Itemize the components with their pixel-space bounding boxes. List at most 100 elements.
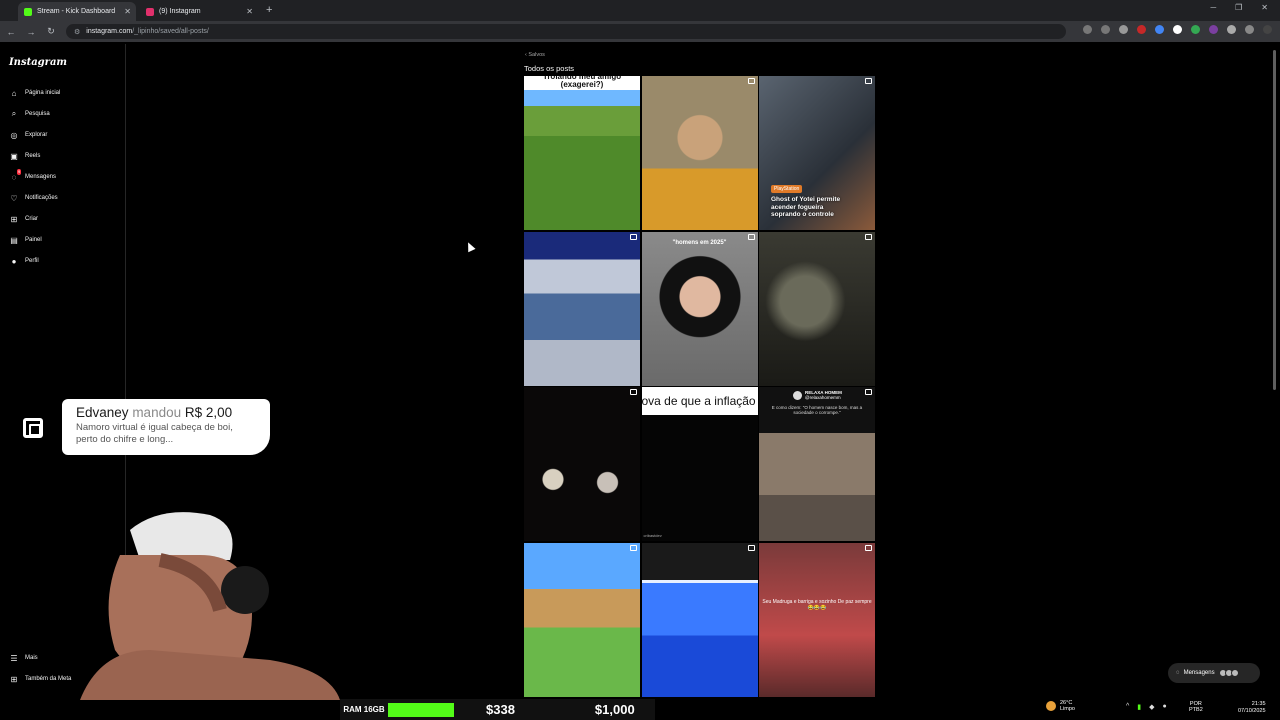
extension-red-icon[interactable] — [1137, 25, 1146, 34]
clock-date: 07/10/2025 — [1238, 707, 1266, 714]
post-caption-strip: ova de que a inflação e — [641, 387, 758, 415]
extension-blue-icon[interactable] — [1155, 25, 1164, 34]
nav-item-compass[interactable]: ◎ Explorar — [9, 130, 48, 140]
donation-headline: Edvaney mandou R$ 2,00 — [76, 405, 256, 420]
extensions-puzzle-icon[interactable] — [1227, 25, 1236, 34]
nav-label: Reels — [25, 153, 41, 159]
page-scrollbar[interactable] — [1273, 50, 1276, 390]
post-tweet-text: E como dizem: "O homem nasce bom, mas a … — [771, 405, 863, 415]
donation-amount: R$ 2,00 — [184, 405, 233, 420]
profile-icon: ● — [11, 256, 17, 266]
post-man-cap[interactable] — [641, 76, 758, 230]
hamburger-menu-icon: ☰ — [10, 653, 18, 663]
ram-label: RAM 16GB — [343, 705, 385, 714]
browser-tab-bar: Stream - Kick Dashboard ✕ (9) Instagram … — [0, 0, 1280, 21]
messenger-icon: ◌ — [1176, 670, 1180, 676]
donation-alert: Edvaney mandou R$ 2,00 Namoro virtual é … — [0, 399, 270, 455]
nav-label: Mais — [25, 655, 38, 661]
donor-name: Edvaney — [76, 405, 129, 420]
tab-label: Stream - Kick Dashboard — [37, 8, 116, 15]
profile-avatar-icon[interactable] — [1245, 25, 1254, 34]
clock-time: 21:35 — [1251, 701, 1266, 707]
heart-icon: ♡ — [10, 193, 18, 203]
post-creature[interactable] — [759, 231, 875, 386]
post-olympics[interactable] — [524, 231, 640, 386]
breadcrumb-label: Salvos — [528, 52, 545, 58]
weather-sun-icon — [1046, 701, 1056, 711]
site-info-icon[interactable]: ⚙ — [74, 28, 80, 36]
maximize-icon[interactable]: ❐ — [1235, 3, 1242, 12]
window-controls: ─ ❐ ✕ — [1210, 3, 1280, 12]
post-ghost-of-yotei[interactable]: PlayStation Ghost of Yotei permite acend… — [759, 76, 875, 230]
post-caption: Ghost of Yotei permite acender fogueira … — [771, 196, 841, 218]
bookmark-star-icon[interactable] — [1119, 25, 1128, 34]
address-bar[interactable]: ⚙ instagram.com /_lipinho/saved/all-post… — [66, 24, 1066, 39]
minimize-icon[interactable]: ─ — [1210, 3, 1216, 12]
post-homens-2025[interactable]: "homens em 2025" — [641, 231, 758, 386]
browser-menu-icon[interactable] — [1263, 25, 1272, 34]
tray-app-icon[interactable]: ▮ — [1137, 703, 1141, 711]
webcam-overlay — [80, 512, 340, 700]
nav-item-heart[interactable]: ♡ Notificações — [9, 193, 57, 203]
zoom-icon[interactable] — [1101, 25, 1110, 34]
instagram-logo[interactable]: Instagram — [9, 57, 67, 68]
messages-pill[interactable]: ◌ Mensagens — [1168, 663, 1260, 683]
extension-play-icon[interactable] — [1173, 25, 1182, 34]
extension-icons — [1083, 25, 1272, 34]
cast-icon[interactable] — [1083, 25, 1092, 34]
nav-more[interactable]: ☰ Mais — [9, 653, 38, 663]
close-window-icon[interactable]: ✕ — [1261, 3, 1268, 12]
post-seu-madruga[interactable]: Seu Madruga e barriga e sozinho De paz s… — [759, 542, 875, 697]
close-tab-icon[interactable]: ✕ — [124, 7, 131, 16]
extension-purple-icon[interactable] — [1209, 25, 1218, 34]
weather-desc: Limpo — [1060, 706, 1075, 712]
breadcrumb-back[interactable]: ‹ Salvos — [525, 52, 545, 58]
tray-shield-icon[interactable]: ◆ — [1149, 703, 1154, 711]
dashboard-icon: ▤ — [10, 235, 18, 245]
stream-goal-bar: RAM 16GB $338 $1,000 — [340, 699, 655, 720]
nav-label: Mensagens — [25, 174, 57, 180]
playstation-tag: PlayStation — [771, 185, 803, 193]
page-title: Todos os posts — [524, 64, 575, 73]
new-tab-button[interactable]: + — [266, 4, 272, 16]
post-inflacao[interactable]: ova de que a inflação e cribastdev — [641, 387, 758, 541]
nav-item-messenger[interactable]: ◌ 9 Mensagens — [9, 169, 57, 182]
post-minecraft[interactable]: Trolando meu amigo (exagerei?) — [524, 76, 640, 230]
post-mario-world[interactable] — [524, 542, 640, 697]
file-explorer-icon[interactable] — [32, 704, 45, 714]
instagram-favicon-icon — [146, 7, 154, 16]
reel-icon — [630, 78, 637, 84]
taskbar-language[interactable]: POR PTB2 — [1189, 701, 1203, 713]
tab-instagram[interactable]: (9) Instagram ✕ — [140, 2, 258, 21]
reel-icon — [747, 544, 755, 551]
nav-item-create[interactable]: ⊞ Criar — [9, 214, 38, 224]
nav-item-profile[interactable]: ● Perfil — [9, 256, 39, 266]
url-path: /_lipinho/saved/all-posts/ — [132, 28, 209, 35]
nav-item-home[interactable]: ⌂ Página inicial — [9, 88, 61, 98]
reload-icon[interactable]: ↻ — [42, 26, 60, 37]
tray-expand-icon[interactable]: ^ — [1126, 703, 1129, 711]
extension-green-icon[interactable] — [1191, 25, 1200, 34]
windows-start-icon[interactable] — [9, 703, 21, 715]
tray-mic-icon[interactable]: ● — [1163, 703, 1167, 711]
nav-item-search[interactable]: ⌕ Pesquisa — [9, 109, 50, 119]
reel-icon — [630, 233, 637, 240]
post-night-couple[interactable] — [524, 387, 640, 541]
tab-kick-dashboard[interactable]: Stream - Kick Dashboard ✕ — [18, 2, 136, 21]
close-tab-icon[interactable]: ✕ — [246, 7, 253, 16]
post-relaxa-homem[interactable]: RELAXA HOMEM @relaxahomemm E como dizem:… — [759, 387, 875, 541]
taskbar-clock[interactable]: 21:35 07/10/2025 — [1238, 701, 1266, 714]
nav-item-dashboard[interactable]: ▤ Painel — [9, 235, 41, 245]
meta-grid-icon: ⊞ — [10, 674, 18, 684]
nav-label: Criar — [25, 216, 38, 222]
forward-icon[interactable]: → — [22, 27, 40, 37]
compass-icon: ◎ — [10, 130, 18, 140]
back-icon[interactable]: ← — [2, 27, 20, 37]
nav-label: Perfil — [25, 258, 39, 264]
browser-toolbar: ← → ↻ ⚙ instagram.com /_lipinho/saved/al… — [0, 21, 1280, 42]
nav-item-reels[interactable]: ▣ Reels — [9, 151, 40, 161]
reel-icon — [747, 78, 755, 84]
post-windows-wallpaper[interactable] — [641, 542, 758, 697]
reel-icon — [865, 78, 872, 84]
taskbar-weather[interactable]: 26°C Limpo — [1046, 700, 1075, 712]
